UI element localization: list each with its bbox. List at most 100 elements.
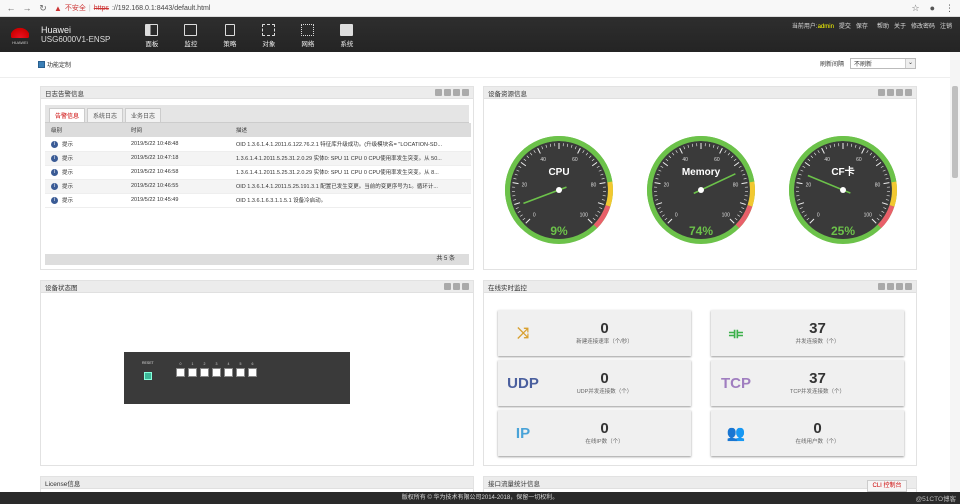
panel-title: License信息 [45, 480, 81, 488]
port[interactable]: 6 [248, 362, 257, 377]
minimize-icon[interactable] [878, 283, 885, 290]
close-icon[interactable] [462, 89, 469, 96]
gauge-hub [556, 187, 562, 193]
time-cell: 2019/5/22 10:48:48 [125, 137, 230, 152]
panel-title: 设备资源信息 [488, 90, 527, 98]
submit-link[interactable]: 提交 [839, 21, 851, 30]
current-user-label: 当前用户: [791, 24, 818, 30]
device-front-panel: RESET 0 1 2 3 4 5 6 [124, 352, 350, 404]
level-text: 提示 [62, 141, 74, 148]
function-custom-label: 功能定制 [47, 63, 72, 69]
nav-network[interactable]: 网络 [288, 22, 327, 48]
close-icon[interactable] [905, 89, 912, 96]
reset-button[interactable] [144, 372, 152, 380]
product-line1: Huawei [41, 24, 72, 35]
panel-title: 日志告警信息 [45, 90, 84, 98]
about-link[interactable]: 关于 [894, 21, 906, 30]
level-text: 提示 [62, 155, 74, 162]
bookmark-star-icon[interactable]: ☆ [911, 3, 919, 14]
gauge-tick-label: 40 [824, 157, 830, 163]
table-row[interactable]: i 提示 2019/5/22 10:47:18 1.3.6.1.4.1.2011.… [45, 151, 471, 166]
settings-icon[interactable] [887, 283, 894, 290]
menu-icon[interactable]: ⋮ [945, 3, 954, 14]
refresh-select[interactable]: 不刷新 ⌄ [850, 58, 916, 69]
table-row[interactable]: i 提示 2019/5/22 10:46:55 OID 1.3.6.1.4.1.2… [45, 179, 471, 194]
metric-value: 0 [600, 320, 609, 337]
log-alarm-panel: 日志告警信息 告警信息 系统日志 业务日志 级别 时间 描述 i 提示 2019/… [40, 86, 474, 270]
top-nav: 面板 监控 策略 对象 网络 系统 [132, 22, 366, 48]
forward-icon[interactable]: → [22, 3, 32, 13]
address-bar[interactable]: ▲ 不安全 | https://192.168.0.1:8443/default… [54, 3, 905, 13]
gauge-tick-label: 100 [580, 213, 589, 219]
change-password-link[interactable]: 修改密码 [911, 21, 935, 30]
port[interactable]: 2 [200, 362, 209, 377]
reload-icon[interactable]: ↻ [38, 3, 48, 14]
total-count: 共 5 条 [436, 256, 455, 262]
back-icon[interactable]: ← [6, 3, 16, 13]
dashboard-icon [145, 23, 159, 36]
log-table: 级别 时间 描述 i 提示 2019/5/22 10:48:48 OID 1.3.… [45, 123, 471, 208]
edit-icon[interactable] [444, 89, 451, 96]
close-icon[interactable] [905, 283, 912, 290]
close-icon[interactable] [462, 283, 469, 290]
table-row[interactable]: i 提示 2019/5/22 10:48:48 OID 1.3.6.1.4.1.2… [45, 137, 471, 152]
function-custom-button[interactable]: 功能定制 [38, 60, 71, 69]
logout-link[interactable]: 注销 [940, 21, 952, 30]
tab-system-log[interactable]: 系统日志 [87, 108, 124, 122]
nav-object[interactable]: 对象 [249, 22, 288, 48]
col-desc[interactable]: 描述 [230, 123, 471, 137]
tab-business-log[interactable]: 业务日志 [125, 108, 162, 122]
nav-dashboard[interactable]: 面板 [132, 22, 171, 48]
log-tabs: 告警信息 系统日志 业务日志 [45, 105, 469, 123]
help-link[interactable]: 帮助 [877, 21, 889, 30]
level-cell: i 提示 [45, 179, 125, 194]
profile-icon[interactable]: ● [930, 3, 935, 14]
gauge-tick-label: 80 [733, 183, 739, 189]
minimize-icon[interactable] [444, 283, 451, 290]
refresh-icon[interactable] [896, 283, 903, 290]
tab-alarm[interactable]: 告警信息 [49, 108, 86, 122]
monitor-card: 👥 0 在线用户数（个） [711, 410, 904, 456]
object-icon [262, 23, 276, 36]
port[interactable]: 0 [176, 362, 185, 377]
port[interactable]: 3 [212, 362, 221, 377]
edit-icon[interactable] [887, 89, 894, 96]
port[interactable]: 4 [224, 362, 233, 377]
metric-value: 0 [813, 420, 822, 437]
table-row[interactable]: i 提示 2019/5/22 10:46:58 1.3.6.1.4.1.2011.… [45, 165, 471, 180]
refresh-icon[interactable] [453, 283, 460, 290]
minimize-icon[interactable] [435, 89, 442, 96]
panel-header: 在线实时监控 [484, 281, 916, 293]
refresh-icon[interactable] [453, 89, 460, 96]
page-scrollbar[interactable] [952, 86, 958, 178]
toolbar: 功能定制 刷新间隔 不刷新 ⌄ [0, 52, 960, 78]
nav-system[interactable]: 系统 [327, 22, 366, 48]
info-icon: i [51, 183, 58, 191]
col-time[interactable]: 时间 [125, 123, 230, 137]
info-icon: i [51, 140, 58, 148]
level-text: 提示 [62, 197, 74, 204]
save-link[interactable]: 保存 [856, 21, 868, 30]
info-icon: i [51, 197, 58, 205]
port-number: 4 [227, 362, 230, 366]
nav-policy[interactable]: 策略 [210, 22, 249, 48]
nav-label: 监控 [184, 40, 198, 48]
port[interactable]: 5 [236, 362, 245, 377]
table-row[interactable]: i 提示 2019/5/22 10:45:49 OID 1.3.6.1.6.3.1… [45, 193, 471, 208]
new-connection-icon: ⤨ [516, 324, 529, 342]
time-cell: 2019/5/22 10:47:18 [125, 151, 230, 166]
monitor-card: IP 0 在线IP数（个） [498, 410, 691, 456]
col-level[interactable]: 级别 [45, 123, 125, 137]
concurrent-connection-icon: ⟚ [728, 324, 744, 342]
panel-header: License信息 [41, 477, 473, 489]
minimize-icon[interactable] [878, 89, 885, 96]
insecure-label: 不安全 [64, 5, 86, 12]
refresh-icon[interactable] [896, 89, 903, 96]
metric-value: 37 [809, 320, 826, 337]
level-cell: i 提示 [45, 165, 125, 180]
gauge-title: Memory [682, 167, 721, 178]
level-text: 提示 [62, 169, 74, 176]
nav-monitor[interactable]: 监控 [171, 22, 210, 48]
cli-console-button[interactable]: CLI 控制台 [867, 480, 907, 492]
port[interactable]: 1 [188, 362, 197, 377]
